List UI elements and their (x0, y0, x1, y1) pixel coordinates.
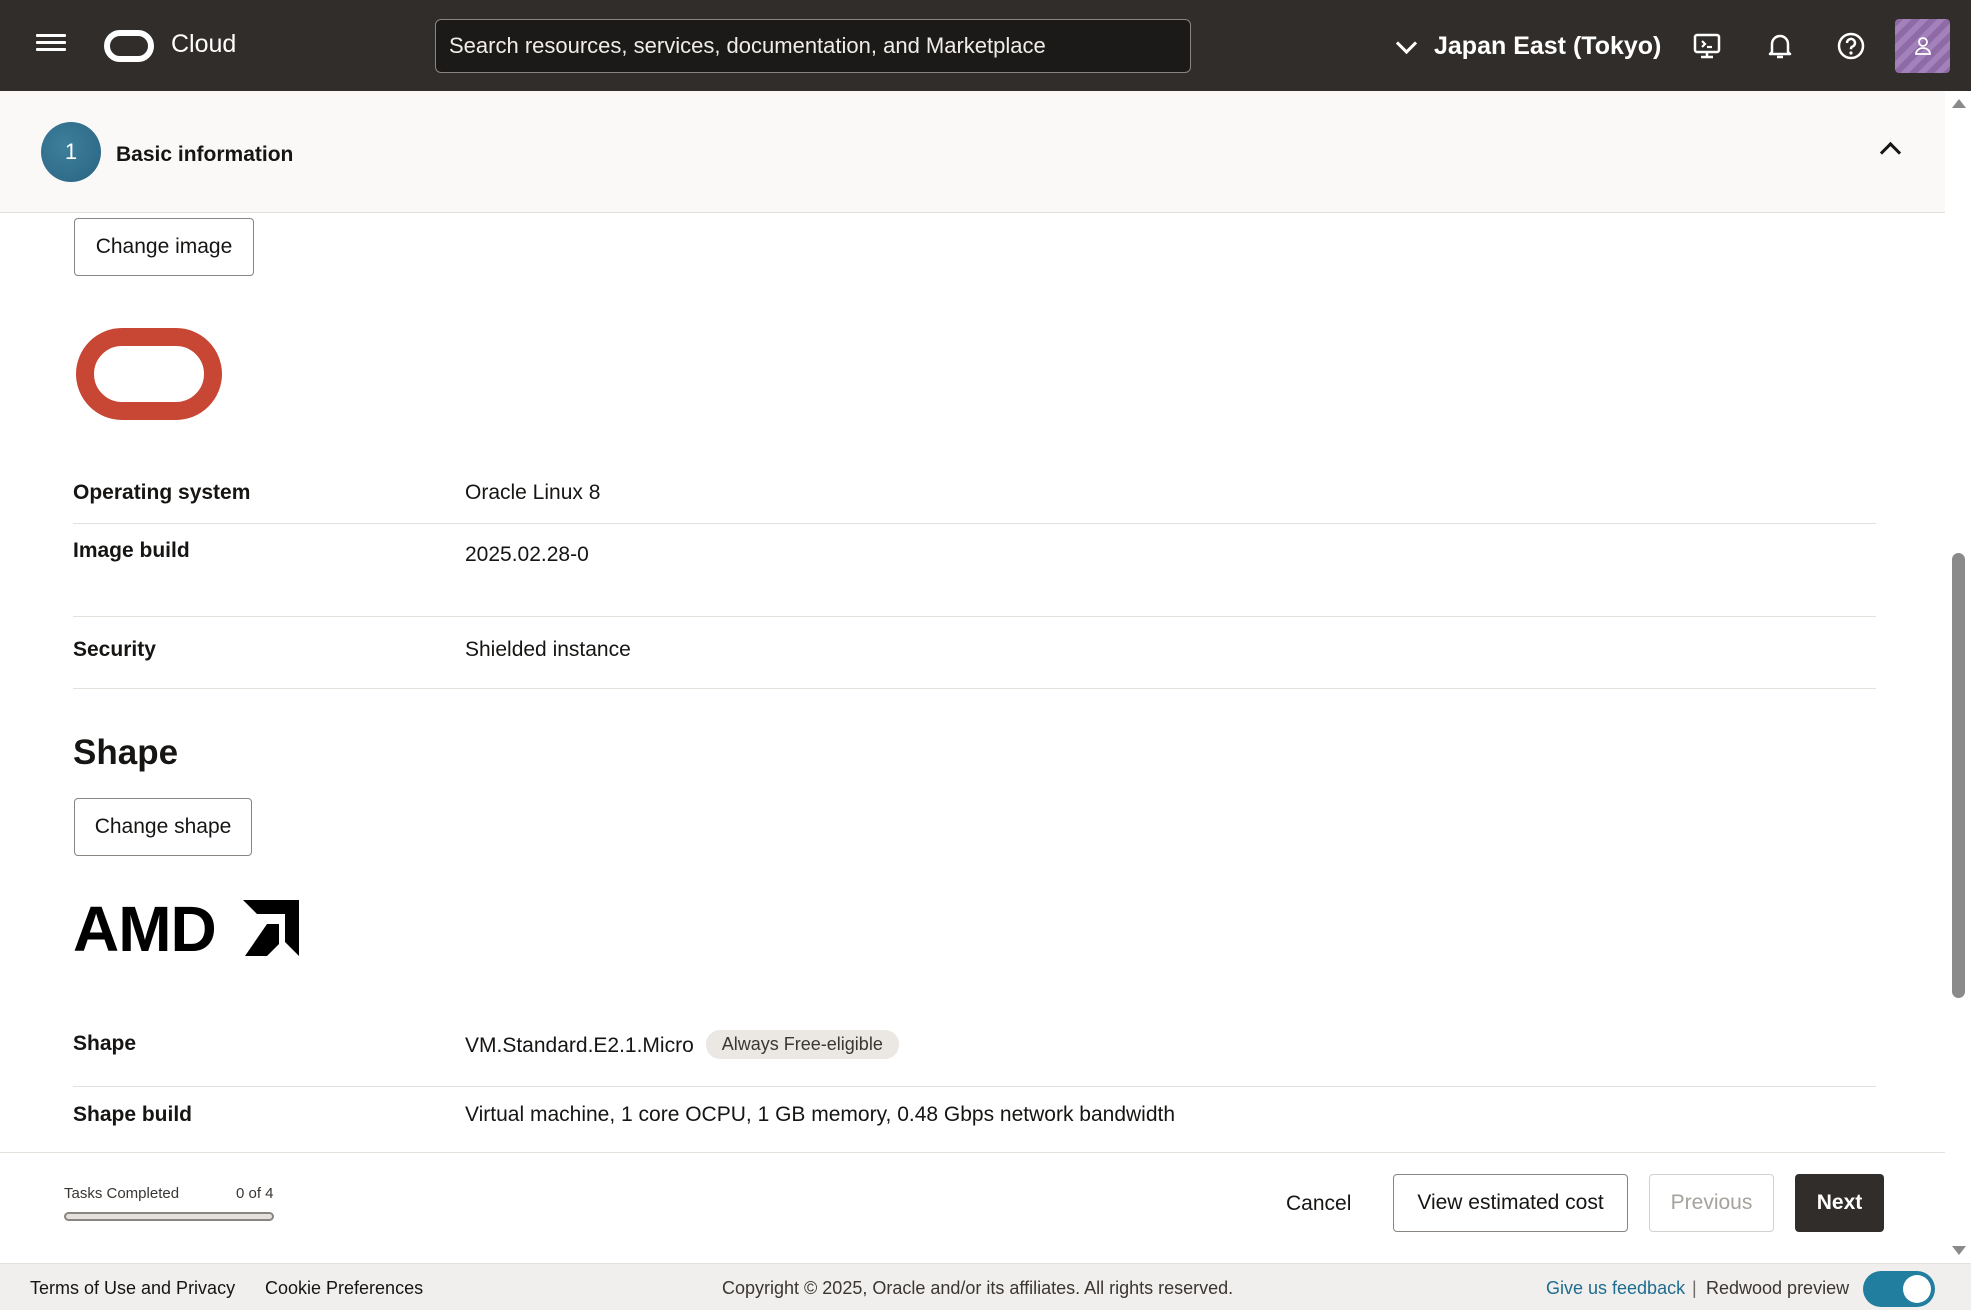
view-estimated-cost-button[interactable]: View estimated cost (1393, 1174, 1628, 1232)
basic-information-header[interactable]: 1 Basic information (0, 91, 1945, 213)
hamburger-menu-icon[interactable] (36, 30, 66, 60)
amd-logo: AMD (73, 900, 299, 956)
detail-label: Image build (73, 539, 190, 562)
detail-row-shape-build: Shape build Virtual machine, 1 core OCPU… (73, 1087, 1876, 1152)
cookie-preferences-link[interactable]: Cookie Preferences (265, 1278, 423, 1299)
next-button[interactable]: Next (1795, 1174, 1884, 1232)
cloud-shell-icon[interactable] (1691, 30, 1723, 62)
redwood-preview-label: Redwood preview (1706, 1278, 1850, 1298)
cancel-button[interactable]: Cancel (1286, 1192, 1351, 1216)
detail-value: Shielded instance (465, 638, 631, 661)
bell-icon[interactable] (1764, 30, 1796, 62)
scroll-down-arrow-icon[interactable] (1952, 1246, 1966, 1255)
change-shape-button[interactable]: Change shape (74, 798, 252, 856)
previous-button[interactable]: Previous (1649, 1174, 1774, 1232)
detail-label: Security (73, 638, 156, 661)
vertical-scrollbar[interactable] (1945, 91, 1971, 1263)
scrollbar-thumb[interactable] (1952, 553, 1965, 998)
section-title: Basic information (116, 143, 294, 166)
svg-text:AMD: AMD (73, 900, 216, 956)
brand-name[interactable]: Cloud (171, 30, 236, 59)
give-feedback-link[interactable]: Give us feedback (1546, 1278, 1685, 1299)
oracle-logo-icon[interactable] (104, 30, 154, 62)
detail-value: 2025.02.28-0 (465, 543, 589, 566)
detail-label: Operating system (73, 481, 251, 504)
shape-heading: Shape (73, 733, 179, 772)
chevron-down-icon (1396, 36, 1416, 56)
user-icon (1914, 37, 1931, 55)
oracle-logo (76, 328, 222, 420)
tasks-completed-label: Tasks Completed (64, 1185, 180, 1202)
always-free-badge: Always Free-eligible (705, 1030, 899, 1059)
tasks-progress-bar (64, 1212, 274, 1221)
copyright-text: Copyright © 2025, Oracle and/or its affi… (722, 1278, 1234, 1298)
detail-row-shape: Shape VM.Standard.E2.1.Micro Always Free-… (73, 1018, 1876, 1087)
top-navigation-bar: Cloud Japan East (Tokyo) (0, 0, 1971, 91)
detail-row-operating-system: Operating system Oracle Linux 8 (73, 468, 1876, 524)
detail-label: Shape build (73, 1103, 193, 1126)
shape-name: VM.Standard.E2.1.Micro (465, 1034, 694, 1057)
detail-value: Virtual machine, 1 core OCPU, 1 GB memor… (465, 1103, 1176, 1126)
step-indicator: 1 (41, 122, 101, 182)
page-footer: Terms of Use and Privacy Cookie Preferen… (0, 1263, 1971, 1310)
region-selector[interactable]: Japan East (Tokyo) (1396, 28, 1661, 64)
detail-row-security: Security Shielded instance (73, 617, 1876, 689)
region-name: Japan East (Tokyo) (1434, 31, 1662, 60)
scroll-up-arrow-icon[interactable] (1952, 99, 1966, 108)
help-icon[interactable] (1835, 30, 1867, 62)
detail-label: Shape (73, 1032, 137, 1055)
chevron-up-icon[interactable] (1876, 136, 1904, 164)
detail-value-wrap: VM.Standard.E2.1.Micro Always Free-eligib… (465, 1030, 899, 1059)
footer-separator: | (1692, 1278, 1697, 1298)
detail-row-image-build: Image build 2025.02.28-0 (73, 524, 1876, 617)
main-content: Change image Operating system Oracle Lin… (0, 214, 1945, 1152)
toggle-knob (1903, 1275, 1931, 1303)
wizard-action-bar: Tasks Completed 0 of 4 Cancel View estim… (0, 1152, 1945, 1263)
change-image-button[interactable]: Change image (74, 218, 254, 276)
terms-link[interactable]: Terms of Use and Privacy (30, 1278, 235, 1299)
redwood-preview-toggle[interactable] (1863, 1271, 1935, 1307)
user-avatar[interactable] (1895, 19, 1950, 73)
detail-value: Oracle Linux 8 (465, 481, 601, 504)
tasks-completed-count: 0 of 4 (236, 1185, 274, 1202)
search-box[interactable] (435, 19, 1191, 73)
search-input[interactable] (449, 33, 1177, 59)
